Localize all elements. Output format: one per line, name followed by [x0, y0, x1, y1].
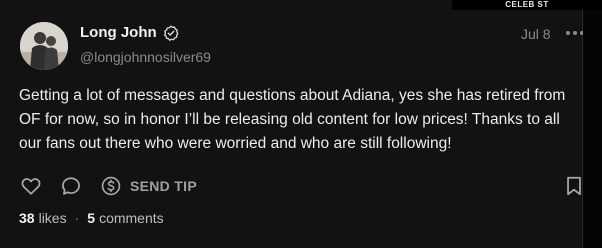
- post-stats: 38 likes · 5 comments: [19, 210, 164, 226]
- author-name[interactable]: Long John: [80, 24, 157, 41]
- comments-count[interactable]: 5: [87, 210, 95, 226]
- speech-bubble-icon: [62, 177, 80, 195]
- author-handle[interactable]: @longjohnnosilver69: [80, 49, 211, 65]
- comments-label[interactable]: comments: [99, 210, 164, 226]
- verified-badge-icon: [163, 25, 179, 41]
- scrollbar[interactable]: [583, 0, 602, 248]
- likes-count[interactable]: 38: [19, 210, 35, 226]
- comment-button[interactable]: [60, 173, 82, 199]
- post-text: Getting a lot of messages and questions …: [19, 87, 566, 152]
- watermark: CELEB ST: [452, 0, 602, 10]
- author-row: Long John: [80, 24, 179, 41]
- like-button[interactable]: [20, 173, 42, 199]
- post-card: Long John @longjohnnosilver69 Jul 8 Gett…: [0, 0, 584, 248]
- dollar-circle-icon: [101, 176, 121, 196]
- bookmark-button[interactable]: [564, 173, 584, 199]
- avatar[interactable]: [20, 22, 68, 70]
- stats-separator: ·: [74, 210, 80, 226]
- likes-label[interactable]: likes: [39, 210, 67, 226]
- send-tip-button[interactable]: SEND TIP: [100, 173, 197, 199]
- post-date[interactable]: Jul 8: [521, 26, 551, 42]
- send-tip-label: SEND TIP: [130, 178, 197, 194]
- bookmark-icon: [567, 176, 581, 196]
- heart-icon: [21, 178, 41, 195]
- avatar-image: [20, 22, 68, 70]
